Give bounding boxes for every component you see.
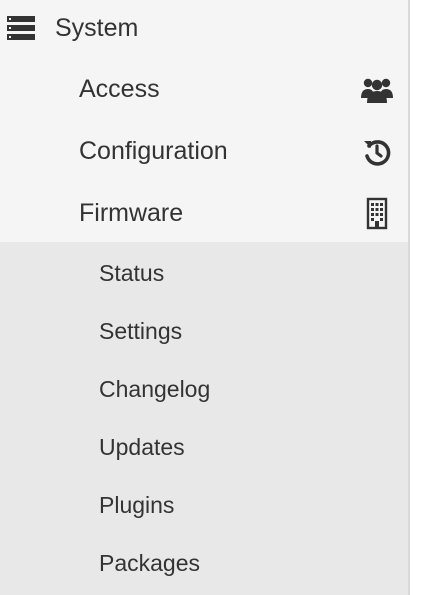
sidebar-item-label: Firmware (79, 199, 184, 227)
submenu-item-label: Updates (99, 434, 185, 460)
submenu-item-packages[interactable]: Packages (0, 534, 408, 592)
submenu-item-label: Plugins (99, 492, 175, 518)
sidebar-item-label: Configuration (79, 137, 228, 165)
sidebar-item-configuration[interactable]: Configuration (0, 121, 408, 183)
server-stack-icon (7, 16, 35, 40)
submenu-item-label: Packages (99, 550, 201, 576)
submenu-item-changelog[interactable]: Changelog (0, 360, 408, 418)
submenu-item-updates[interactable]: Updates (0, 418, 408, 476)
submenu-item-label: Status (99, 260, 165, 286)
submenu-item-plugins[interactable]: Plugins (0, 476, 408, 534)
building-icon (366, 197, 388, 230)
sidebar-item-label: Access (79, 75, 160, 103)
submenu-item-label: Settings (99, 318, 183, 344)
sidebar-menu: System Access Configuration Firmware Sta… (0, 0, 410, 595)
sidebar-item-firmware[interactable]: Firmware (0, 183, 408, 245)
submenu-item-status[interactable]: Status (0, 244, 408, 302)
history-icon (364, 140, 391, 166)
sidebar-section-label: System (55, 14, 139, 42)
sidebar-section-system[interactable]: System (0, 0, 408, 56)
firmware-submenu: Status Settings Changelog Updates Plugin… (0, 242, 408, 595)
users-icon (361, 78, 393, 103)
submenu-item-settings[interactable]: Settings (0, 302, 408, 360)
sidebar-item-access[interactable]: Access (0, 59, 408, 121)
submenu-item-label: Changelog (99, 376, 211, 402)
